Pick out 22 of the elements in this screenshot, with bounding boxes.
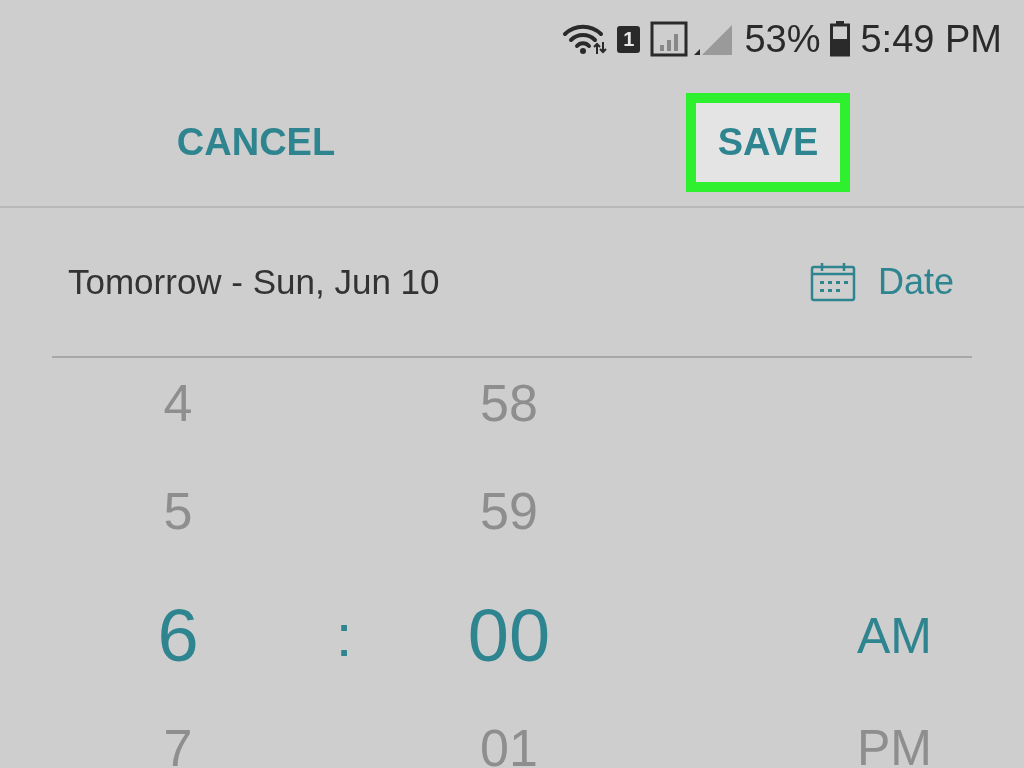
date-button[interactable]: Date <box>809 261 972 303</box>
clock-time: 5:49 PM <box>860 17 1002 61</box>
period-option[interactable]: PM <box>857 719 932 768</box>
wifi-icon <box>561 22 608 56</box>
hour-option[interactable]: 6 <box>157 593 199 678</box>
hour-option[interactable]: 5 <box>163 480 193 541</box>
period-option[interactable]: AM <box>857 606 932 665</box>
signal-icon <box>650 21 735 57</box>
minute-option[interactable]: 00 <box>467 593 551 678</box>
calendar-icon <box>809 262 856 302</box>
hour-option[interactable]: 4 <box>163 373 193 433</box>
action-button[interactable]: CANCEL <box>156 106 356 178</box>
battery-icon <box>830 21 851 57</box>
time-separator: : <box>335 601 353 670</box>
battery-percentage: 53% <box>744 17 821 61</box>
hour-option[interactable]: 7 <box>163 718 193 768</box>
alarm-date: Tomorrow - Sun, Jun 10 <box>68 262 440 302</box>
action-button[interactable]: SAVE <box>695 102 841 182</box>
sim-indicator: 1 <box>617 25 641 53</box>
minute-option[interactable]: 58 <box>480 373 538 433</box>
minute-option[interactable]: 59 <box>480 480 538 541</box>
minute-option[interactable]: 01 <box>480 718 538 768</box>
